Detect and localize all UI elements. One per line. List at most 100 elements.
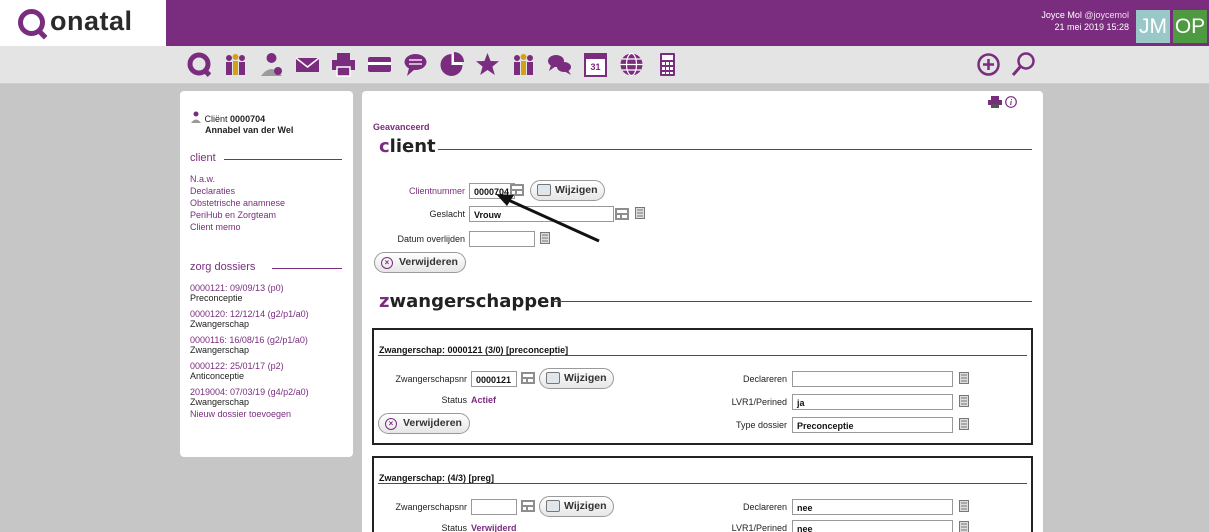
- sidebar-link-obstetrische-anamnese[interactable]: Obstetrische anamnese: [190, 198, 285, 209]
- client-heading-first: c: [379, 136, 390, 157]
- print-page-icon[interactable]: [988, 96, 1003, 108]
- people-icon[interactable]: [222, 51, 249, 78]
- pregnancy-nr-label: Zwangerschapsnr: [395, 502, 467, 512]
- annotation-arrow: [496, 194, 600, 243]
- calendar-icon[interactable]: 31: [582, 51, 609, 78]
- pregnancy-delete-button[interactable]: × Verwijderen: [378, 413, 470, 434]
- main-panel: i Geavanceerd client Clientnummer 000070…: [362, 91, 1043, 532]
- logo[interactable]: onatal: [0, 0, 166, 46]
- pregnancy-title-line: [378, 355, 1027, 356]
- change-button-label: Wijzigen: [564, 500, 607, 512]
- note-icon[interactable]: [959, 521, 969, 532]
- lvr-field[interactable]: ja: [792, 394, 953, 410]
- note-icon[interactable]: [959, 500, 969, 512]
- lvr-label: LVR1/Perined: [731, 523, 787, 532]
- user-badge-op[interactable]: OP: [1173, 10, 1207, 43]
- lookup-icon[interactable]: [521, 500, 535, 512]
- group-icon[interactable]: [510, 51, 537, 78]
- declareren-label: Declareren: [742, 374, 787, 384]
- current-datetime: 21 mei 2019 15:28: [1054, 22, 1129, 32]
- lookup-icon[interactable]: [615, 208, 629, 220]
- change-button-label: Wijzigen: [564, 372, 607, 384]
- save-disk-icon: [546, 372, 560, 384]
- person-icon[interactable]: [258, 51, 285, 78]
- declareren-field[interactable]: nee: [792, 499, 953, 515]
- user-name: Joyce Mol: [1041, 10, 1082, 20]
- user-info: Joyce Mol @joycemol 21 mei 2019 15:28: [1041, 9, 1129, 33]
- pregnancy-card: Zwangerschap: 0000121 (3/0) [preconcepti…: [372, 328, 1033, 445]
- svg-text:i: i: [1010, 98, 1013, 107]
- client-heading-line: [438, 149, 1032, 150]
- client-section-line: [224, 159, 342, 160]
- type-dossier-field[interactable]: Preconceptie: [792, 417, 953, 433]
- pie-chart-icon[interactable]: [438, 51, 465, 78]
- client-section-title: client: [190, 152, 216, 164]
- icon-toolbar: 31: [0, 46, 1209, 84]
- note-icon[interactable]: [959, 372, 969, 384]
- dossier-type: Anticonceptie: [190, 371, 245, 381]
- pregnancy-change-button[interactable]: Wijzigen: [539, 368, 614, 389]
- overlijden-label: Datum overlijden: [397, 234, 465, 244]
- print-icon[interactable]: [330, 51, 357, 78]
- card-icon[interactable]: [366, 51, 393, 78]
- calendar-day: 31: [590, 62, 600, 72]
- note-icon[interactable]: [959, 418, 969, 430]
- clientnummer-label: Clientnummer: [408, 186, 465, 196]
- sidebar-link-perihub[interactable]: PeriHub en Zorgteam: [190, 210, 276, 221]
- sidebar-link-naw[interactable]: N.a.w.: [190, 174, 215, 185]
- sidebar-link-declaraties[interactable]: Declaraties: [190, 186, 235, 197]
- dossiers-section-title: zorg dossiers: [190, 261, 256, 273]
- pregnancy-status-label: Status: [441, 523, 467, 532]
- sidebar-link-client-memo[interactable]: Client memo: [190, 222, 241, 233]
- pregnancies-heading-first: z: [379, 291, 390, 312]
- pregnancy-nr-field[interactable]: [471, 499, 517, 515]
- delete-button-label: Verwijderen: [403, 417, 462, 429]
- dossier-type: Zwangerschap: [190, 345, 250, 355]
- lvr-label: LVR1/Perined: [731, 397, 787, 407]
- pregnancy-change-button[interactable]: Wijzigen: [539, 496, 614, 517]
- dossier-type: Preconceptie: [190, 293, 243, 303]
- pregnancy-title: Zwangerschap: 0000121 (3/0) [preconcepti…: [379, 345, 569, 355]
- star-icon[interactable]: [474, 51, 501, 78]
- search-icon[interactable]: [1010, 51, 1037, 78]
- declareren-field[interactable]: [792, 371, 953, 387]
- delete-button-label: Verwijderen: [399, 256, 458, 268]
- dossier-type: Zwangerschap: [190, 397, 250, 407]
- globe-icon[interactable]: [618, 51, 645, 78]
- save-disk-icon: [546, 500, 560, 512]
- client-prefix: Cliënt: [204, 114, 228, 124]
- advanced-link[interactable]: Geavanceerd: [373, 122, 430, 132]
- logo-text: onatal: [50, 6, 133, 36]
- chat-bubble-icon[interactable]: [402, 51, 429, 78]
- pregnancy-nr-field[interactable]: 0000121: [471, 371, 517, 387]
- dossier-type: Zwangerschap: [190, 319, 250, 329]
- lookup-icon[interactable]: [521, 372, 535, 384]
- logo-q-icon: [18, 9, 45, 36]
- pregnancies-heading: zwangerschappen: [379, 291, 562, 312]
- new-dossier-link[interactable]: Nieuw dossier toevoegen: [190, 409, 291, 420]
- client-header: Cliënt 0000704 Annabel van der Wel: [190, 111, 293, 136]
- client-number: 0000704: [230, 114, 266, 124]
- pregnancies-heading-line: [552, 301, 1032, 302]
- home-q-icon[interactable]: [186, 51, 213, 78]
- mail-icon[interactable]: [294, 51, 321, 78]
- pregnancy-status-value: Verwijderd: [471, 523, 517, 532]
- info-icon[interactable]: i: [1005, 96, 1017, 108]
- pregnancy-status-value: Actief: [471, 395, 497, 405]
- lvr-field[interactable]: nee: [792, 520, 953, 532]
- client-delete-button[interactable]: × Verwijderen: [374, 252, 466, 273]
- user-handle: @joycemol: [1084, 10, 1129, 20]
- client-heading: client: [379, 136, 436, 157]
- panel-top-icons: i: [988, 96, 1017, 111]
- note-icon[interactable]: [959, 395, 969, 407]
- pregnancy-status-label: Status: [441, 395, 467, 405]
- pregnancy-title: Zwangerschap: (4/3) [preg]: [379, 473, 495, 483]
- pregnancy-card: Zwangerschap: (4/3) [preg] Zwangerschaps…: [372, 456, 1033, 532]
- note-icon[interactable]: [635, 207, 645, 219]
- pregnancies-heading-rest: wangerschappen: [389, 291, 563, 312]
- conversation-icon[interactable]: [546, 51, 573, 78]
- calculator-icon[interactable]: [654, 51, 681, 78]
- delete-x-icon: ×: [381, 257, 393, 269]
- add-icon[interactable]: [975, 51, 1002, 78]
- user-badge-jm[interactable]: JM: [1136, 10, 1170, 43]
